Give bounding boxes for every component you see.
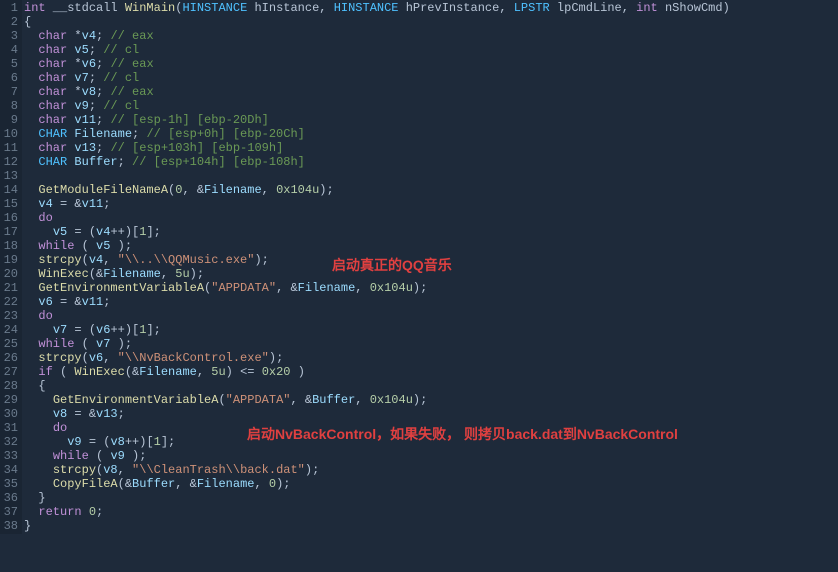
line-number: 4 — [2, 43, 18, 57]
line-number: 25 — [2, 337, 18, 351]
code-line: char *v6; // eax — [24, 57, 838, 71]
code-line: strcpy(v6, "\\NvBackControl.exe"); — [24, 351, 838, 365]
line-number: 36 — [2, 491, 18, 505]
annotation-qqmusic: 启动真正的QQ音乐 — [332, 258, 452, 272]
code-line: do — [24, 211, 838, 225]
code-line: GetModuleFileNameA(0, &Filename, 0x104u)… — [24, 183, 838, 197]
code-line: return 0; — [24, 505, 838, 519]
code-line: while ( v9 ); — [24, 449, 838, 463]
line-number: 35 — [2, 477, 18, 491]
line-number: 32 — [2, 435, 18, 449]
line-number: 11 — [2, 141, 18, 155]
line-number: 30 — [2, 407, 18, 421]
line-number: 14 — [2, 183, 18, 197]
code-line: char *v4; // eax — [24, 29, 838, 43]
code-editor: 1 2 3 4 5 6 7 8 9 10 11 12 13 14 15 16 1… — [0, 0, 838, 534]
code-line: { — [24, 15, 838, 29]
code-line: CHAR Buffer; // [esp+104h] [ebp-108h] — [24, 155, 838, 169]
line-number: 27 — [2, 365, 18, 379]
line-number: 24 — [2, 323, 18, 337]
code-line: if ( WinExec(&Filename, 5u) <= 0x20 ) — [24, 365, 838, 379]
code-line: char v7; // cl — [24, 71, 838, 85]
line-number: 22 — [2, 295, 18, 309]
line-number: 9 — [2, 113, 18, 127]
code-line: int __stdcall WinMain(HINSTANCE hInstanc… — [24, 1, 838, 15]
code-line: { — [24, 379, 838, 393]
code-line: CopyFileA(&Buffer, &Filename, 0); — [24, 477, 838, 491]
line-number-gutter: 1 2 3 4 5 6 7 8 9 10 11 12 13 14 15 16 1… — [0, 0, 22, 534]
line-number: 6 — [2, 71, 18, 85]
code-line: while ( v7 ); — [24, 337, 838, 351]
line-number: 26 — [2, 351, 18, 365]
code-line: char v13; // [esp+103h] [ebp-109h] — [24, 141, 838, 155]
code-line: char *v8; // eax — [24, 85, 838, 99]
line-number: 23 — [2, 309, 18, 323]
code-line: char v9; // cl — [24, 99, 838, 113]
line-number: 12 — [2, 155, 18, 169]
code-line: v4 = &v11; — [24, 197, 838, 211]
line-number: 18 — [2, 239, 18, 253]
code-line: GetEnvironmentVariableA("APPDATA", &File… — [24, 281, 838, 295]
line-number: 3 — [2, 29, 18, 43]
line-number: 2 — [2, 15, 18, 29]
line-number: 10 — [2, 127, 18, 141]
code-line: } — [24, 519, 838, 533]
code-line: v5 = (v4++)[1]; — [24, 225, 838, 239]
line-number: 17 — [2, 225, 18, 239]
code-line: } — [24, 491, 838, 505]
line-number: 20 — [2, 267, 18, 281]
line-number: 29 — [2, 393, 18, 407]
line-number: 7 — [2, 85, 18, 99]
line-number: 28 — [2, 379, 18, 393]
line-number: 38 — [2, 519, 18, 533]
code-line: CHAR Filename; // [esp+0h] [ebp-20Ch] — [24, 127, 838, 141]
line-number: 13 — [2, 169, 18, 183]
line-number: 34 — [2, 463, 18, 477]
line-number: 19 — [2, 253, 18, 267]
code-line: char v11; // [esp-1h] [ebp-20Dh] — [24, 113, 838, 127]
line-number: 31 — [2, 421, 18, 435]
code-line: while ( v5 ); — [24, 239, 838, 253]
annotation-nvbackcontrol: 启动NvBackControl，如果失败， 则拷贝back.dat到NvBack… — [247, 427, 678, 441]
code-line: GetEnvironmentVariableA("APPDATA", &Buff… — [24, 393, 838, 407]
line-number: 8 — [2, 99, 18, 113]
code-line — [24, 169, 838, 183]
line-number: 5 — [2, 57, 18, 71]
line-number: 33 — [2, 449, 18, 463]
code-line: v8 = &v13; — [24, 407, 838, 421]
line-number: 21 — [2, 281, 18, 295]
line-number: 16 — [2, 211, 18, 225]
code-line: v6 = &v11; — [24, 295, 838, 309]
code-line: char v5; // cl — [24, 43, 838, 57]
code-content[interactable]: int __stdcall WinMain(HINSTANCE hInstanc… — [22, 0, 838, 534]
code-line: do — [24, 309, 838, 323]
code-line: strcpy(v8, "\\CleanTrash\\back.dat"); — [24, 463, 838, 477]
line-number: 15 — [2, 197, 18, 211]
line-number: 1 — [2, 1, 18, 15]
code-line: v7 = (v6++)[1]; — [24, 323, 838, 337]
line-number: 37 — [2, 505, 18, 519]
